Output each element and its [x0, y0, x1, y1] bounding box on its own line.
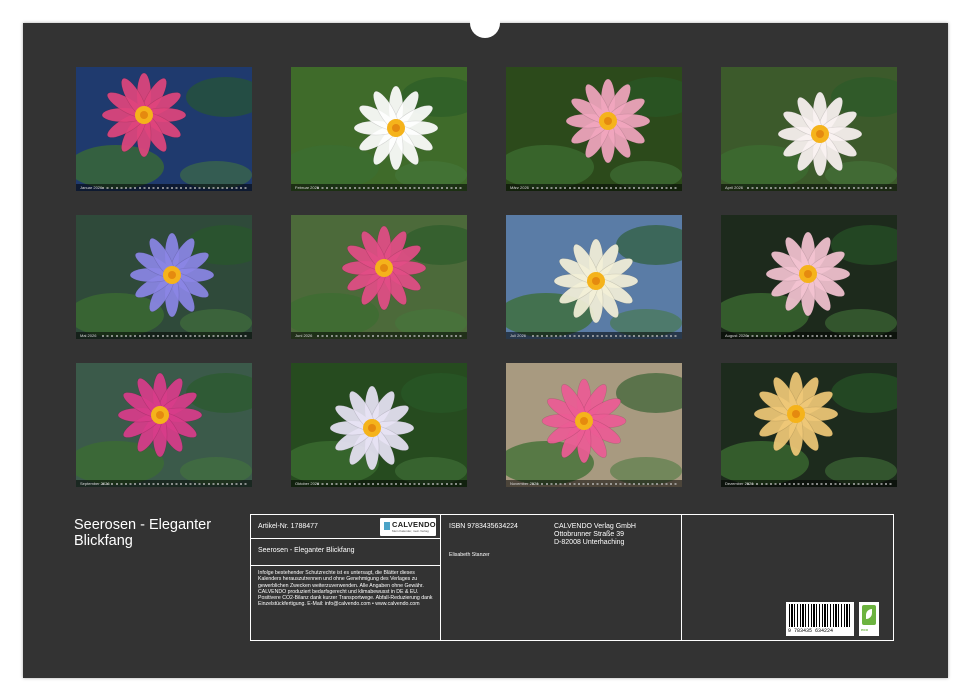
month-day-row: [317, 187, 463, 189]
calvendo-logo-tagline: Mein Kalender, mein Verlag: [392, 529, 429, 533]
author-name: Elisabeth Stanzer: [449, 552, 490, 558]
month-calendar-strip: Januar 2026: [76, 184, 252, 191]
divider: [251, 538, 440, 539]
month-calendar-strip: Juni 2026: [291, 332, 467, 339]
publisher-city: D-82008 Unterhaching: [554, 539, 625, 546]
info-col-publisher: ISBN 9783435634224 CALVENDO Verlag GmbH …: [441, 515, 681, 640]
calvendo-logo-word: CALVENDO: [392, 520, 436, 529]
month-day-row: [747, 483, 893, 485]
month-thumbnail: Dezember 2026: [721, 363, 897, 487]
month-name: Mai 2026: [80, 333, 97, 338]
isbn-barcode: 9 783435 634224: [786, 602, 854, 636]
month-thumbnail: August 2026: [721, 215, 897, 339]
info-col-article: Artikel-Nr. 1788477 CALVENDO Mein Kalend…: [251, 515, 440, 640]
month-thumbnail: Januar 2026: [76, 67, 252, 191]
month-thumbnail: Oktober 2026: [291, 363, 467, 487]
month-thumbnail: April 2026: [721, 67, 897, 191]
month-calendar-strip: Februar 2026: [291, 184, 467, 191]
calvendo-logo-mark-icon: [384, 522, 390, 530]
month-day-row: [532, 187, 678, 189]
publisher-name: CALVENDO Verlag GmbH: [554, 523, 636, 530]
month-name: April 2026: [725, 185, 744, 190]
month-calendar-strip: Mai 2026: [76, 332, 252, 339]
isbn: ISBN 9783435634224: [449, 523, 518, 530]
flower-photo: [721, 363, 897, 487]
month-calendar-strip: August 2026: [721, 332, 897, 339]
month-calendar-strip: September 2026: [76, 480, 252, 487]
month-name: Januar 2026: [80, 185, 103, 190]
month-thumbnail: September 2026: [76, 363, 252, 487]
month-thumbnail: März 2026: [506, 67, 682, 191]
month-name: Juli 2026: [510, 333, 527, 338]
month-name: Oktober 2026: [295, 481, 320, 486]
flower-photo: [76, 67, 252, 191]
month-thumbnail: Mai 2026: [76, 215, 252, 339]
eco-badge: eco: [859, 602, 879, 636]
month-day-row: [532, 335, 678, 337]
month-calendar-strip: April 2026: [721, 184, 897, 191]
flower-photo: [76, 215, 252, 339]
month-thumbnail: November 2026: [506, 363, 682, 487]
legal-notice: Infolge bestehender Schutzrechte ist es …: [258, 570, 433, 608]
month-name: Juni 2026: [295, 333, 313, 338]
month-day-row: [102, 335, 248, 337]
month-calendar-strip: Dezember 2026: [721, 480, 897, 487]
flower-photo: [76, 363, 252, 487]
product-title: Seerosen - Eleganter Blickfang: [258, 547, 355, 554]
month-day-row: [317, 335, 463, 337]
month-thumbnail: Juli 2026: [506, 215, 682, 339]
eco-label: eco: [861, 627, 868, 632]
article-number: Artikel-Nr. 1788477: [258, 523, 318, 530]
flower-photo: [291, 363, 467, 487]
flower-photo: [291, 215, 467, 339]
month-thumbnail: Juni 2026: [291, 215, 467, 339]
calendar-title: Seerosen - Eleganter Blickfang: [74, 517, 212, 549]
month-name: August 2026: [725, 333, 748, 338]
flower-photo: [291, 67, 467, 191]
month-calendar-strip: Oktober 2026: [291, 480, 467, 487]
barcode-bars: [789, 604, 851, 627]
divider: [251, 565, 440, 566]
calvendo-logo: CALVENDO Mein Kalender, mein Verlag: [380, 518, 436, 536]
flower-photo: [506, 363, 682, 487]
month-name: März 2026: [510, 185, 529, 190]
column-divider: [681, 515, 682, 640]
month-day-row: [532, 483, 678, 485]
month-calendar-strip: Juli 2026: [506, 332, 682, 339]
eco-leaf-icon: [862, 605, 876, 625]
month-calendar-strip: November 2026: [506, 480, 682, 487]
month-day-row: [747, 187, 893, 189]
month-thumbnail: Februar 2026: [291, 67, 467, 191]
flower-photo: [721, 67, 897, 191]
flower-photo: [721, 215, 897, 339]
barcode-digits: 9 783435 634224: [788, 628, 834, 634]
publisher-street: Ottobrunner Straße 39: [554, 531, 625, 538]
month-name: Februar 2026: [295, 185, 320, 190]
month-calendar-strip: März 2026: [506, 184, 682, 191]
month-day-row: [102, 483, 248, 485]
month-day-row: [102, 187, 248, 189]
flower-photo: [506, 215, 682, 339]
month-day-row: [747, 335, 893, 337]
info-table: Artikel-Nr. 1788477 CALVENDO Mein Kalend…: [250, 514, 894, 641]
flower-photo: [506, 67, 682, 191]
month-day-row: [317, 483, 463, 485]
